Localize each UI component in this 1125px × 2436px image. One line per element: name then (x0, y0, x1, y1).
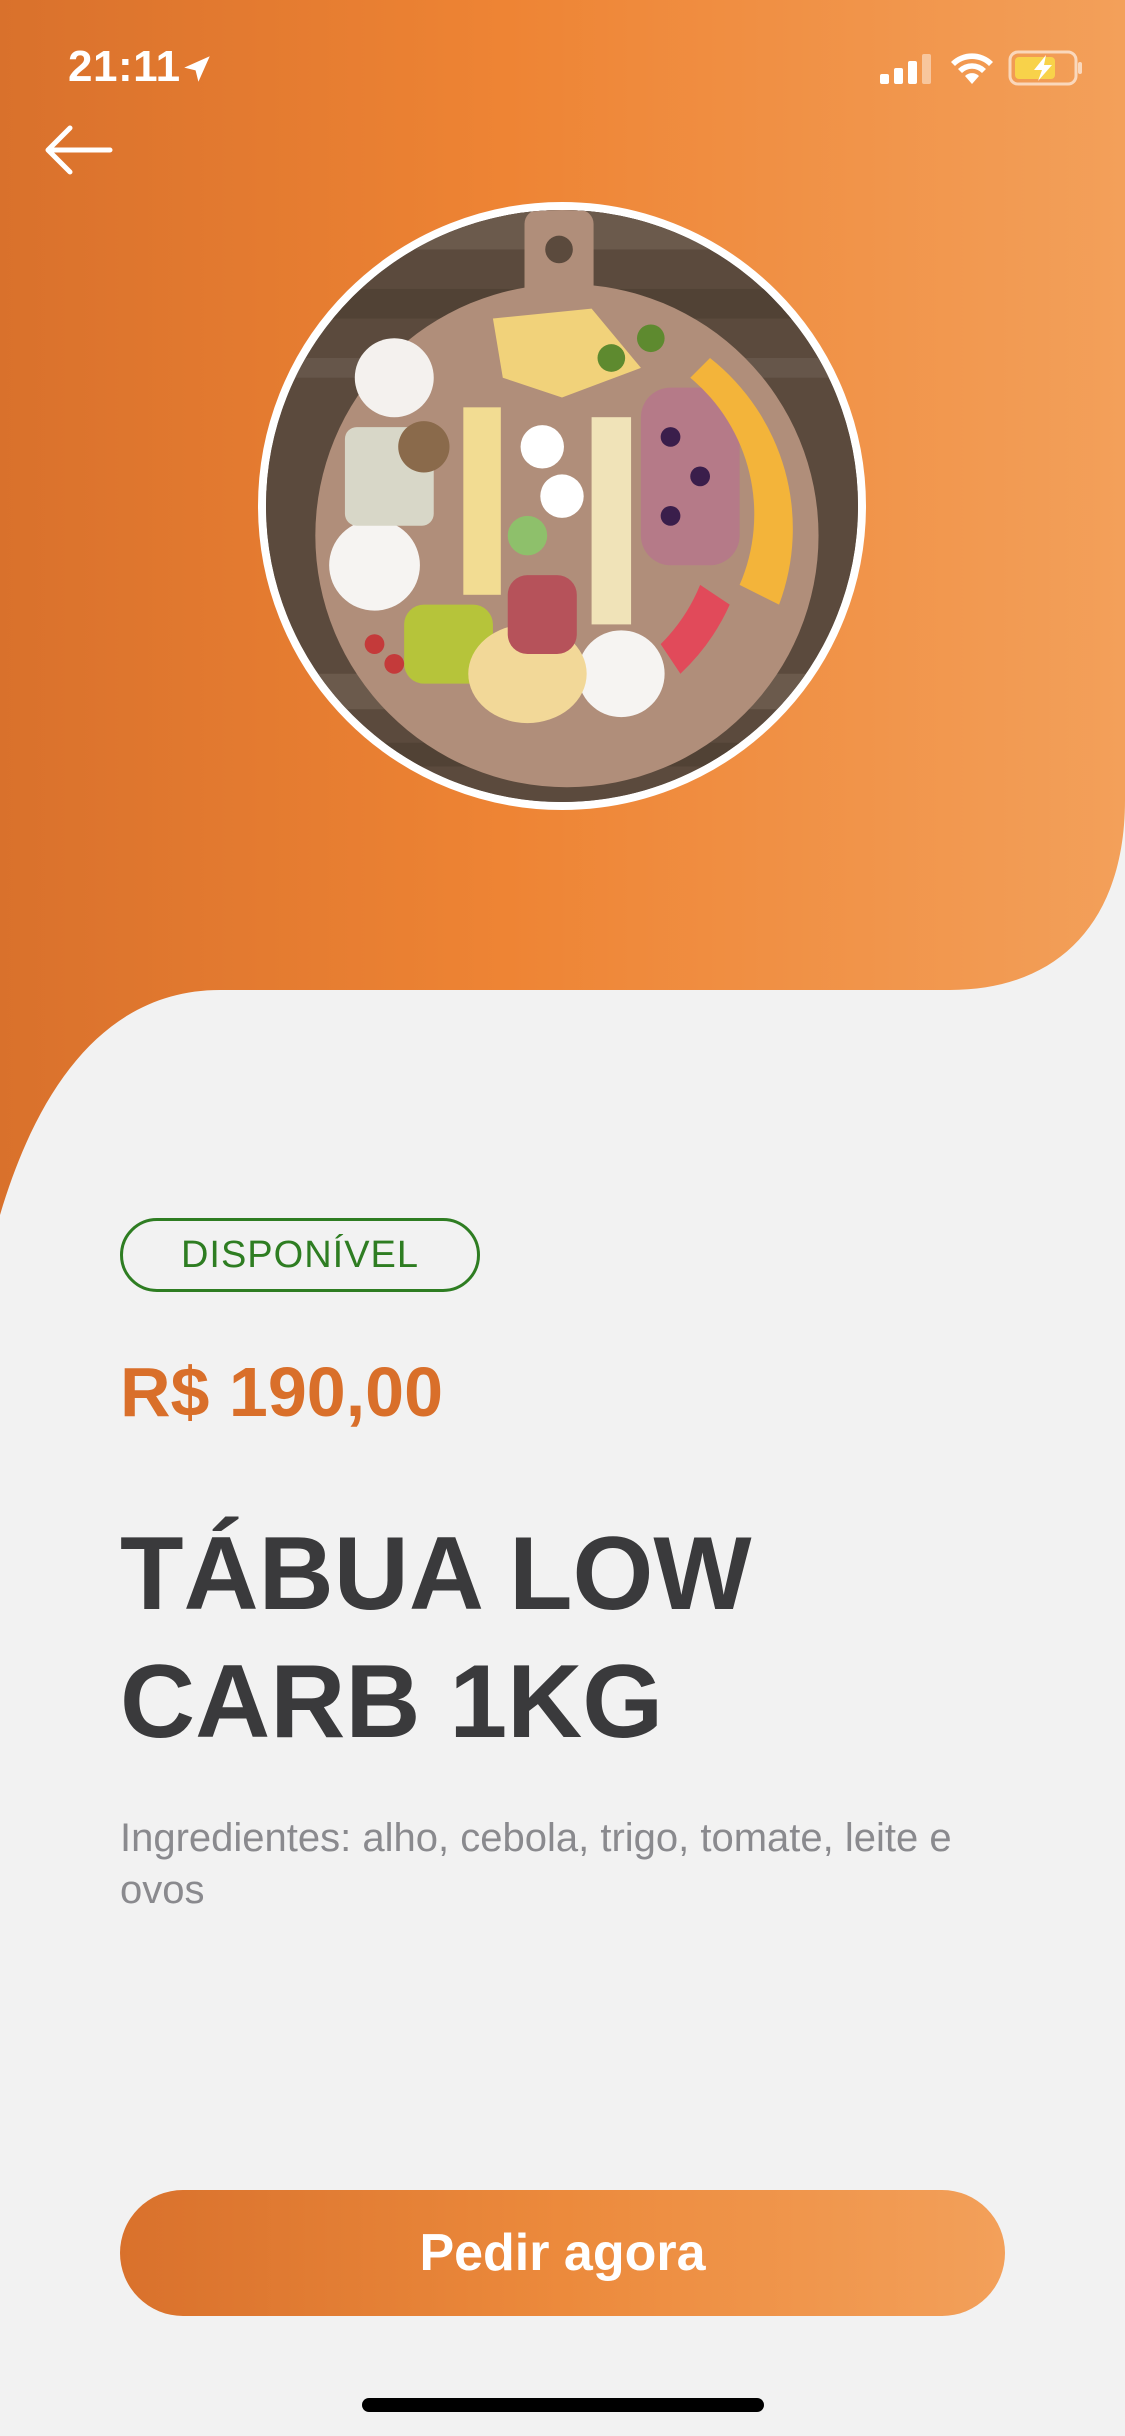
product-title-line-2: CARB 1KG (120, 1644, 664, 1760)
status-time: 21:11 (68, 42, 181, 91)
product-detail-screen: 21:11 DISPONÍVEL R$ 190,00 TÁBUA LOW CAR… (0, 0, 1125, 2436)
status-bar: 21:11 (0, 0, 1125, 140)
cheese-board-illustration (266, 210, 858, 802)
order-now-button[interactable]: Pedir agora (120, 2190, 1005, 2316)
back-arrow-icon[interactable] (40, 120, 120, 180)
product-title-line-1: TÁBUA LOW (120, 1516, 752, 1632)
home-indicator (362, 2398, 764, 2412)
product-price: R$ 190,00 (120, 1353, 444, 1431)
battery-charging-icon (1008, 50, 1082, 86)
product-ingredients: Ingredientes: alho, cebola, trigo, tomat… (120, 1816, 952, 1912)
product-title: TÁBUA LOW CARB 1KG (120, 1510, 920, 1766)
cellular-signal-icon (880, 54, 931, 84)
location-arrow-icon (184, 56, 210, 82)
availability-badge: DISPONÍVEL (120, 1218, 480, 1292)
product-image (258, 202, 866, 810)
wifi-icon (951, 53, 993, 84)
